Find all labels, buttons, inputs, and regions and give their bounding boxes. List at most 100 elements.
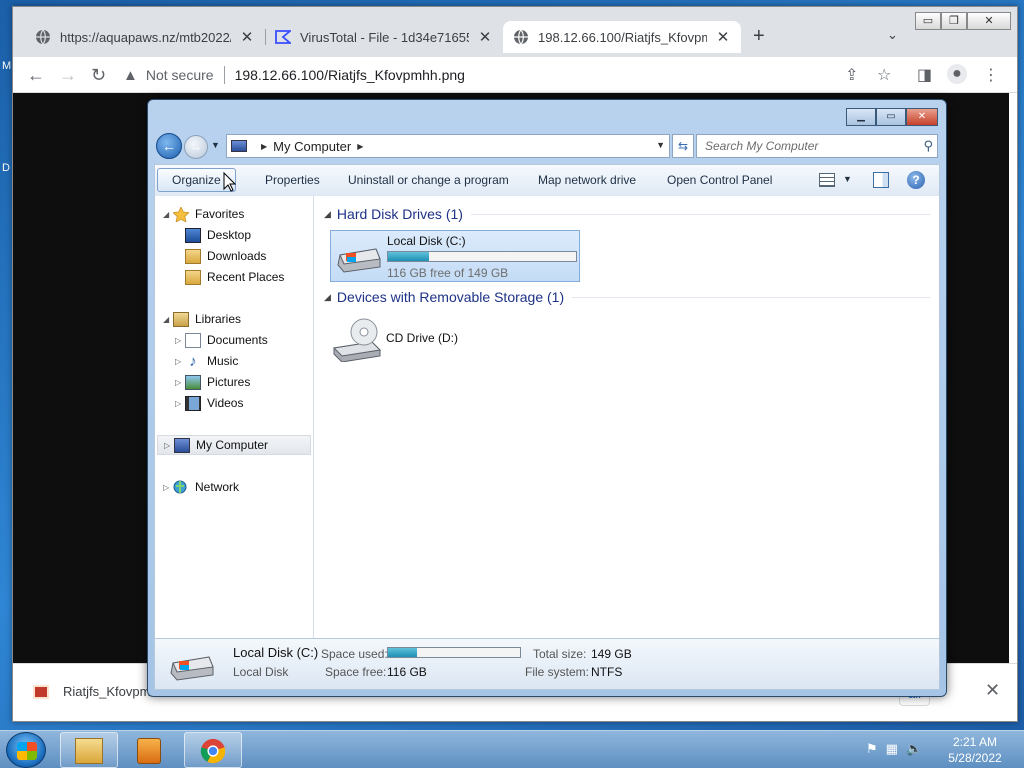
close-tab-icon[interactable]: ✕ — [239, 28, 255, 46]
collapse-triangle-icon[interactable]: ◢ — [324, 209, 331, 220]
browser-tab-aquapaws[interactable]: https://aquapaws.nz/mtb2022/?c ✕ — [25, 21, 265, 53]
documents-icon — [185, 332, 201, 348]
collapse-triangle-icon[interactable]: ◢ — [163, 315, 173, 324]
expand-triangle-icon[interactable]: ▷ — [163, 483, 173, 492]
preview-pane-icon[interactable] — [873, 172, 889, 188]
space-free-value: 116 GB — [387, 665, 427, 679]
breadcrumb-arrow-icon[interactable]: ▶ — [357, 142, 363, 151]
drive-d-name[interactable]: CD Drive (D:) — [386, 331, 458, 345]
tab-strip: https://aquapaws.nz/mtb2022/?c ✕ VirusTo… — [13, 7, 1017, 57]
expand-triangle-icon[interactable]: ▷ — [175, 357, 185, 366]
nav-desktop[interactable]: Desktop — [185, 225, 251, 245]
breadcrumb-arrow-icon[interactable]: ▶ — [261, 142, 267, 151]
drive-c-tile[interactable]: Local Disk (C:) 116 GB free of 149 GB — [330, 230, 580, 282]
minimize-button[interactable]: ▭ — [915, 12, 941, 30]
reload-icon[interactable]: ↻ — [91, 65, 106, 85]
details-pane: Local Disk (C:) Local Disk Space used: S… — [154, 638, 940, 690]
browser-tab-active[interactable]: 198.12.66.100/Riatjfs_Kfovpmhh.p ✕ — [503, 21, 741, 53]
close-tab-icon[interactable]: ✕ — [715, 28, 731, 46]
help-icon[interactable]: ? — [907, 171, 925, 189]
nav-libraries[interactable]: ◢ Libraries — [163, 309, 241, 329]
group-header-hard-disks[interactable]: ◢ Hard Disk Drives (1) — [324, 206, 930, 222]
close-window-button[interactable]: ✕ — [967, 12, 1011, 30]
uninstall-program-button[interactable]: Uninstall or change a program — [348, 173, 509, 187]
group-title: Hard Disk Drives (1) — [336, 206, 463, 222]
open-control-panel-button[interactable]: Open Control Panel — [667, 173, 772, 187]
nav-label: Desktop — [207, 228, 252, 242]
restore-button[interactable]: ❐ — [941, 12, 967, 30]
expand-triangle-icon[interactable]: ▷ — [175, 399, 185, 408]
taskbar-chrome[interactable] — [184, 732, 242, 768]
close-tab-icon[interactable]: ✕ — [477, 28, 493, 46]
network-globe-icon — [173, 480, 189, 495]
properties-button[interactable]: Properties — [265, 173, 320, 187]
expand-triangle-icon[interactable]: ▷ — [164, 441, 174, 450]
recent-pages-dropdown-icon[interactable]: ▼ — [211, 140, 220, 150]
view-dropdown-icon[interactable]: ▼ — [843, 174, 852, 184]
security-indicator[interactable]: Not secure — [146, 67, 214, 83]
change-view-icon[interactable] — [819, 173, 835, 187]
details-drive-name: Local Disk (C:) — [233, 645, 319, 660]
tab-title: VirusTotal - File - 1d34e7165582f — [300, 29, 469, 45]
nav-network[interactable]: ▷ Network — [163, 477, 239, 497]
nav-recent-places[interactable]: Recent Places — [185, 267, 284, 287]
back-arrow-icon[interactable]: ← — [27, 65, 45, 85]
taskbar-media-player[interactable] — [122, 732, 180, 768]
expand-triangle-icon[interactable]: ▷ — [175, 378, 185, 387]
search-icon[interactable]: ⚲ — [923, 138, 933, 154]
address-dropdown-icon[interactable]: ▼ — [656, 140, 665, 150]
breadcrumb-my-computer[interactable]: My Computer — [273, 139, 351, 154]
explorer-close-button[interactable]: ✕ — [906, 108, 938, 126]
back-button[interactable]: ← — [156, 133, 182, 159]
nav-videos[interactable]: ▷ Videos — [175, 393, 243, 413]
clock[interactable]: 2:21 AM 5/28/2022 — [940, 734, 1010, 766]
bookmark-star-icon[interactable]: ☆ — [877, 65, 891, 85]
action-center-flag-icon[interactable]: ⚑ — [866, 741, 878, 757]
total-size-value: 149 GB — [591, 647, 632, 661]
details-drive-type: Local Disk — [233, 665, 289, 679]
nav-label: Pictures — [207, 375, 251, 389]
browser-tab-virustotal[interactable]: VirusTotal - File - 1d34e7165582f ✕ — [265, 21, 503, 53]
nav-my-computer[interactable]: ▷ My Computer — [157, 435, 311, 455]
taskbar: ⚑ ▦ 🔈 2:21 AM 5/28/2022 — [0, 730, 1024, 768]
cd-drive-icon[interactable] — [332, 318, 382, 362]
volume-icon[interactable]: 🔈 — [906, 741, 922, 757]
hard-disk-icon — [337, 248, 381, 273]
nav-music[interactable]: ▷ ♪ Music — [175, 351, 238, 371]
expand-triangle-icon[interactable]: ▷ — [175, 336, 185, 345]
side-panel-icon[interactable]: ◨ — [917, 65, 932, 85]
nav-pictures[interactable]: ▷ Pictures — [175, 372, 250, 392]
explorer-maximize-button[interactable]: ▭ — [876, 108, 906, 126]
forward-arrow-icon[interactable]: → — [59, 65, 77, 85]
explorer-search-box[interactable]: ⚲ — [696, 134, 938, 158]
nav-documents[interactable]: ▷ Documents — [175, 330, 268, 350]
search-input[interactable] — [697, 135, 907, 157]
start-button[interactable] — [6, 732, 46, 768]
tab-search-chevron-icon[interactable]: ⌄ — [887, 27, 898, 43]
share-icon[interactable]: ⇪ — [845, 65, 858, 85]
address-bar[interactable]: ▲ Not secure 198.12.66.100/Riatjfs_Kfovp… — [123, 61, 837, 89]
taskbar-explorer[interactable] — [60, 732, 118, 768]
explorer-address-bar[interactable]: ▶ My Computer ▶ ▼ — [226, 134, 670, 158]
close-download-shelf-icon[interactable]: ✕ — [985, 680, 1000, 701]
network-icon[interactable]: ▦ — [886, 741, 898, 757]
clock-date: 5/28/2022 — [948, 751, 1002, 765]
collapse-triangle-icon[interactable]: ◢ — [324, 292, 331, 303]
url-text[interactable]: 198.12.66.100/Riatjfs_Kfovpmhh.png — [235, 67, 465, 83]
new-tab-button[interactable]: + — [753, 25, 765, 48]
download-item[interactable]: Riatjfs_Kfovpm — [33, 684, 150, 699]
space-free-label: Space free: — [325, 665, 387, 679]
menu-dots-icon[interactable]: ⋮ — [983, 65, 999, 85]
nav-favorites[interactable]: ◢ Favorites — [163, 204, 244, 224]
refresh-icon[interactable]: ⇆ — [672, 134, 694, 158]
nav-downloads[interactable]: Downloads — [185, 246, 266, 266]
profile-avatar-icon[interactable]: ● — [947, 64, 967, 84]
explorer-minimize-button[interactable]: ▁ — [846, 108, 876, 126]
collapse-triangle-icon[interactable]: ◢ — [163, 210, 173, 219]
nav-label: My Computer — [196, 438, 269, 452]
drive-c-usage-fill — [388, 252, 430, 261]
map-network-drive-button[interactable]: Map network drive — [538, 173, 636, 187]
tab-title: https://aquapaws.nz/mtb2022/?c — [60, 29, 231, 45]
group-header-removable[interactable]: ◢ Devices with Removable Storage (1) — [324, 289, 930, 305]
forward-button[interactable]: → — [184, 135, 208, 159]
